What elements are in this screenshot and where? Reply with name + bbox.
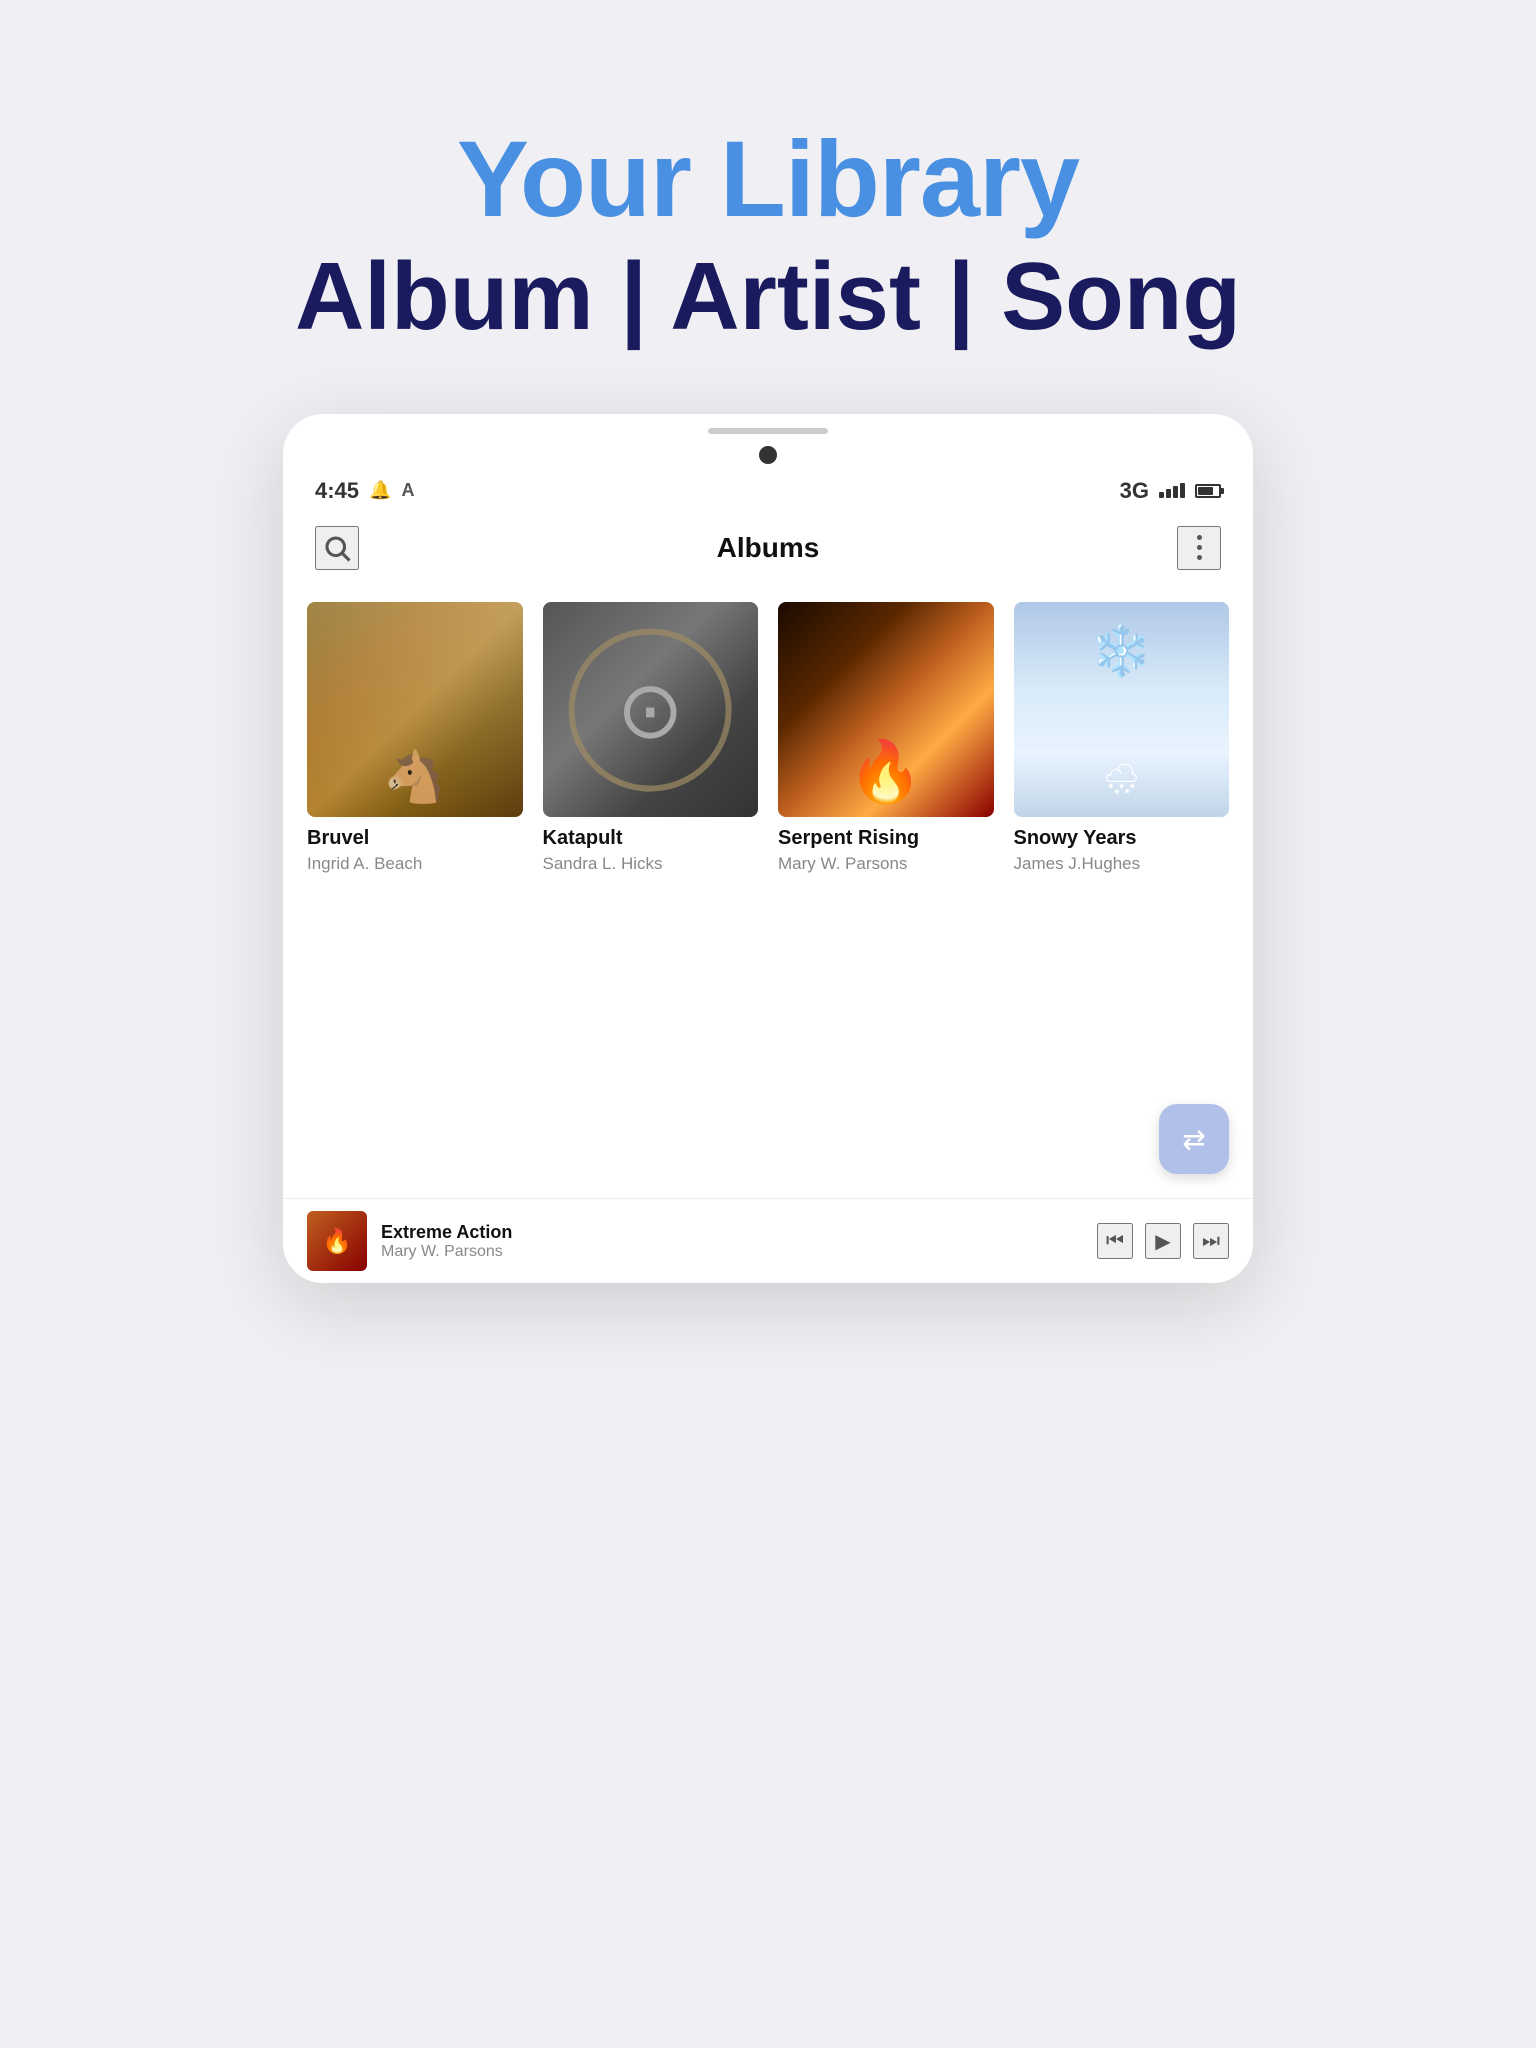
album-artist-bruvel: Ingrid A. Beach	[307, 854, 523, 874]
album-art-bruvel	[307, 602, 523, 818]
toolbar-title: Albums	[717, 532, 820, 564]
album-name-katapult: Katapult	[543, 827, 759, 850]
sync-icon: A	[401, 480, 414, 501]
status-time: 4:45	[315, 478, 359, 504]
status-right: 3G	[1120, 478, 1221, 504]
album-name-bruvel: Bruvel	[307, 827, 523, 850]
album-item-snowy[interactable]: Snowy Years James J.Hughes	[1014, 602, 1230, 875]
more-options-button[interactable]	[1177, 526, 1221, 570]
status-bar: 4:45 🔔 A 3G	[283, 472, 1253, 510]
menu-dot-1	[1197, 535, 1202, 540]
album-cover-katapult	[543, 602, 759, 818]
albums-grid: Bruvel Ingrid A. Beach Katapult Sandra L…	[283, 586, 1253, 899]
device-frame: 4:45 🔔 A 3G Albums	[283, 414, 1253, 1284]
player-track-name: Extreme Action	[381, 1222, 1097, 1243]
menu-dot-2	[1197, 545, 1202, 550]
shuffle-icon: ⇄	[1182, 1123, 1205, 1156]
album-name-snowy: Snowy Years	[1014, 827, 1230, 850]
content-spacer: ⇄	[283, 898, 1253, 1198]
app-toolbar: Albums	[283, 510, 1253, 586]
front-camera	[759, 446, 777, 464]
signal-bars	[1159, 483, 1185, 498]
album-artist-katapult: Sandra L. Hicks	[543, 854, 759, 874]
signal-bar-1	[1159, 492, 1164, 498]
album-art-serpent	[778, 602, 994, 818]
battery-icon	[1195, 484, 1221, 498]
skip-prev-button[interactable]: ⏮	[1097, 1223, 1133, 1259]
signal-bar-3	[1173, 486, 1178, 498]
status-left: 4:45 🔔 A	[315, 478, 414, 504]
album-cover-serpent	[778, 602, 994, 818]
album-item-serpent[interactable]: Serpent Rising Mary W. Parsons	[778, 602, 994, 875]
notification-icon: 🔔	[369, 480, 391, 501]
album-item-bruvel[interactable]: Bruvel Ingrid A. Beach	[307, 602, 523, 875]
album-art-katapult	[543, 602, 759, 818]
signal-bar-4	[1180, 483, 1185, 498]
album-name-serpent: Serpent Rising	[778, 827, 994, 850]
battery-fill	[1198, 487, 1213, 495]
shuffle-fab[interactable]: ⇄	[1159, 1104, 1229, 1174]
search-icon	[322, 533, 352, 563]
bottom-player: 🔥 Extreme Action Mary W. Parsons ⏮ ▶ ⏭	[283, 1198, 1253, 1283]
player-controls: ⏮ ▶ ⏭	[1097, 1223, 1229, 1259]
album-artist-serpent: Mary W. Parsons	[778, 854, 994, 874]
notch-pill	[708, 428, 828, 434]
menu-dot-3	[1197, 555, 1202, 560]
player-artist-name: Mary W. Parsons	[381, 1243, 1097, 1261]
hero-title: Your Library	[295, 120, 1241, 239]
player-album-thumb: 🔥	[307, 1211, 367, 1271]
skip-next-button[interactable]: ⏭	[1193, 1223, 1229, 1259]
album-item-katapult[interactable]: Katapult Sandra L. Hicks	[543, 602, 759, 875]
player-info: Extreme Action Mary W. Parsons	[381, 1222, 1097, 1261]
play-button[interactable]: ▶	[1145, 1223, 1181, 1259]
album-cover-snowy	[1014, 602, 1230, 818]
signal-bar-2	[1166, 489, 1171, 498]
hero-subtitle: Album | Artist | Song	[295, 239, 1241, 354]
network-label: 3G	[1120, 478, 1149, 504]
hero-section: Your Library Album | Artist | Song	[295, 120, 1241, 354]
device-notch-bar	[283, 414, 1253, 440]
album-cover-bruvel	[307, 602, 523, 818]
album-artist-snowy: James J.Hughes	[1014, 854, 1230, 874]
album-art-snowy	[1014, 602, 1230, 818]
search-button[interactable]	[315, 526, 359, 570]
